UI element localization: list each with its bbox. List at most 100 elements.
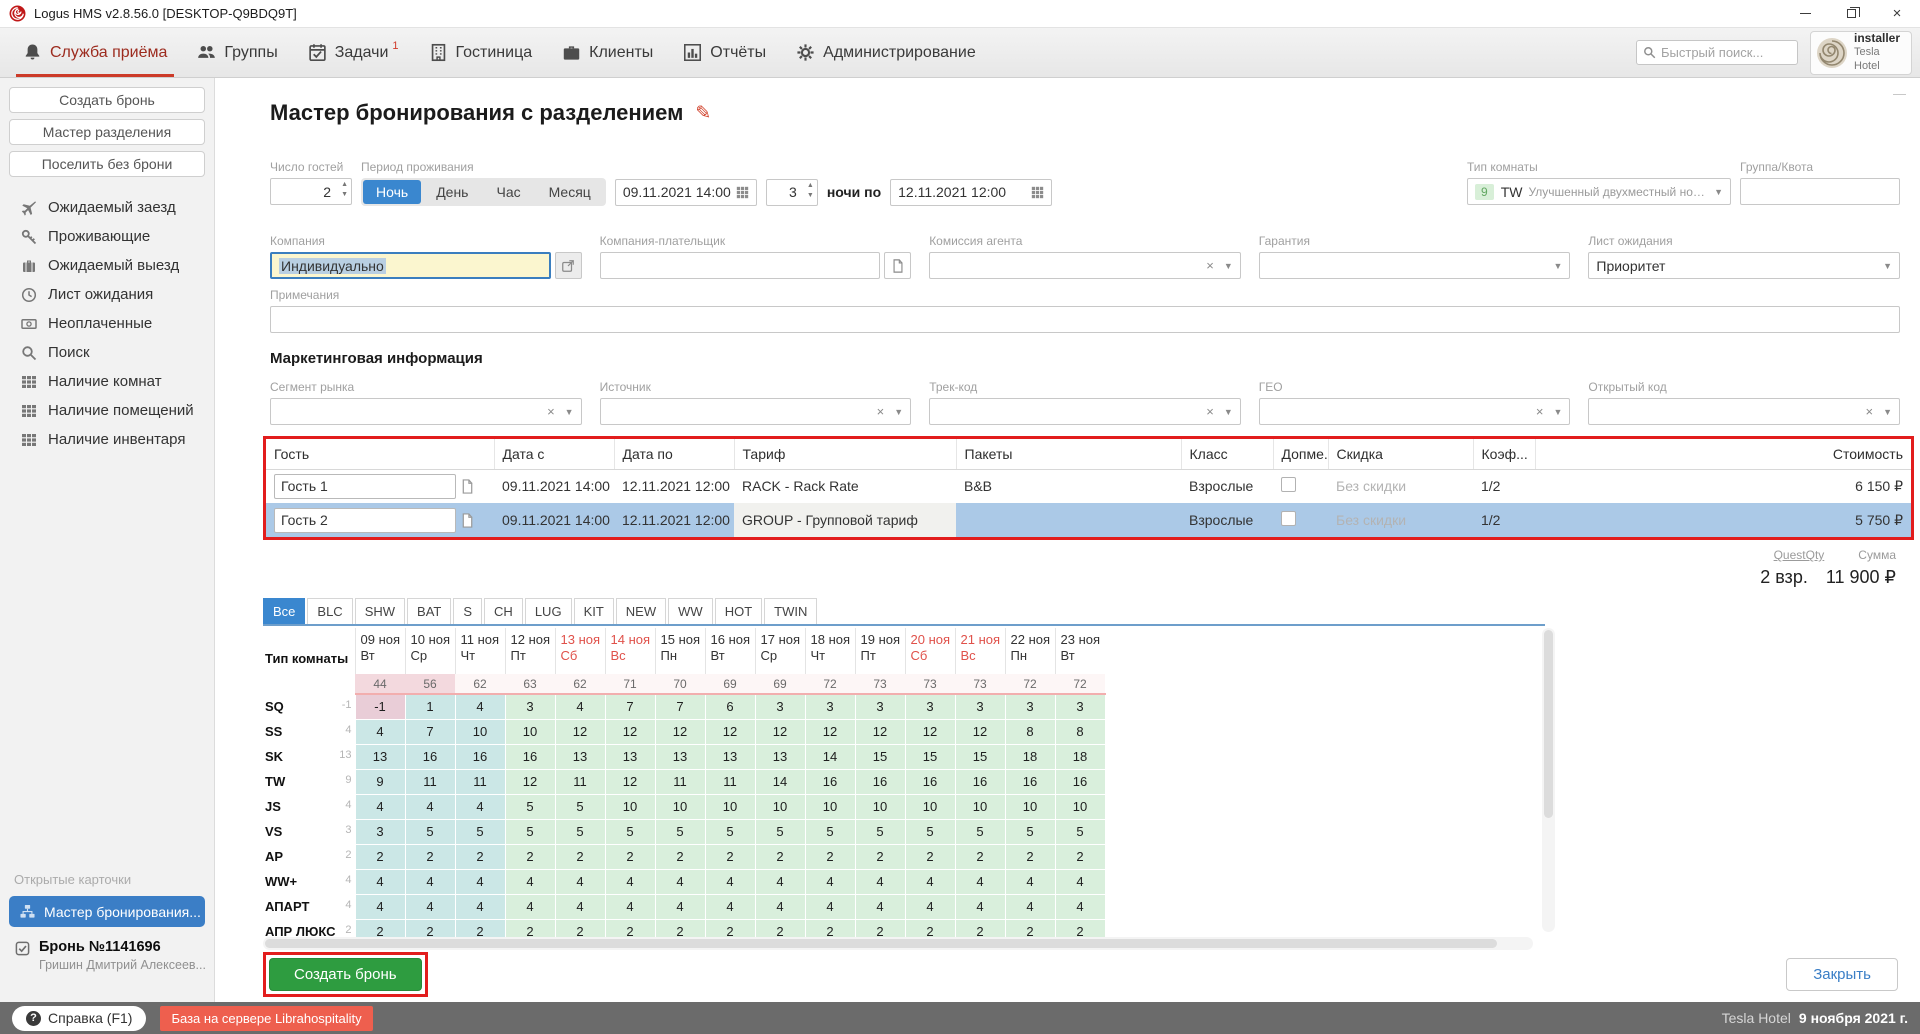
availability-cell[interactable]: 2 bbox=[355, 844, 405, 869]
availability-cell[interactable]: 13 bbox=[655, 744, 705, 769]
extra-bed-checkbox[interactable] bbox=[1281, 477, 1296, 492]
availability-cell[interactable]: 18 bbox=[1055, 744, 1105, 769]
availability-cell[interactable]: 4 bbox=[905, 894, 955, 919]
rate-cell[interactable]: RACK - Rack Rate bbox=[734, 469, 956, 503]
marketing-field-select[interactable]: ×▼ bbox=[600, 398, 912, 425]
availability-cell[interactable]: 3 bbox=[1005, 694, 1055, 719]
availability-cell[interactable]: 4 bbox=[455, 869, 505, 894]
availability-cell[interactable]: 12 bbox=[655, 719, 705, 744]
availability-cell[interactable]: 2 bbox=[955, 844, 1005, 869]
availability-cell[interactable]: 2 bbox=[505, 844, 555, 869]
close-wizard-button[interactable]: Закрыть bbox=[1786, 958, 1898, 991]
availability-cell[interactable]: 12 bbox=[855, 719, 905, 744]
availability-cell[interactable]: 3 bbox=[855, 694, 905, 719]
availability-cell[interactable]: 4 bbox=[455, 894, 505, 919]
availability-cell[interactable]: 8 bbox=[1005, 719, 1055, 744]
open-card-booking-wizard[interactable]: Мастер бронирования... bbox=[9, 896, 205, 927]
availability-cell[interactable]: 10 bbox=[955, 794, 1005, 819]
availability-cell[interactable]: 12 bbox=[905, 719, 955, 744]
marketing-field-select[interactable]: ×▼ bbox=[1588, 398, 1900, 425]
marketing-field-select[interactable]: ×▼ bbox=[1259, 398, 1571, 425]
availability-cell[interactable]: 2 bbox=[1055, 844, 1105, 869]
availability-cell[interactable]: 11 bbox=[555, 769, 605, 794]
availability-cell[interactable]: 5 bbox=[605, 819, 655, 844]
menu-item-groups[interactable]: Группы bbox=[182, 28, 292, 77]
availability-cell[interactable]: 2 bbox=[1005, 844, 1055, 869]
room-filter-tab-S[interactable]: S bbox=[453, 598, 482, 624]
availability-cell[interactable]: 15 bbox=[955, 744, 1005, 769]
waitlist-select[interactable]: Приоритет▼ bbox=[1588, 252, 1900, 279]
availability-cell[interactable]: 4 bbox=[405, 794, 455, 819]
create-booking-button[interactable]: Создать бронь bbox=[269, 958, 422, 991]
availability-cell[interactable]: 4 bbox=[905, 869, 955, 894]
availability-cell[interactable]: 11 bbox=[705, 769, 755, 794]
clear-icon[interactable]: × bbox=[1202, 404, 1218, 419]
availability-cell[interactable]: 10 bbox=[705, 794, 755, 819]
availability-cell[interactable]: -1 bbox=[355, 694, 405, 719]
availability-cell[interactable]: 4 bbox=[555, 894, 605, 919]
sidebar-item-expected-arrival[interactable]: Ожидаемый заезд bbox=[0, 193, 214, 222]
sidebar-item-room-availability[interactable]: Наличие комнат bbox=[0, 367, 214, 396]
availability-cell[interactable]: 2 bbox=[655, 844, 705, 869]
clear-icon[interactable]: × bbox=[1861, 404, 1877, 419]
database-server-button[interactable]: База на сервере Librahospitality bbox=[160, 1006, 372, 1031]
availability-cell[interactable]: 6 bbox=[705, 694, 755, 719]
availability-cell[interactable]: 4 bbox=[955, 894, 1005, 919]
room-filter-tab-LUG[interactable]: LUG bbox=[525, 598, 572, 624]
availability-cell[interactable]: 12 bbox=[605, 719, 655, 744]
availability-cell[interactable]: 13 bbox=[355, 744, 405, 769]
availability-cell[interactable]: 2 bbox=[855, 844, 905, 869]
quick-search-box[interactable] bbox=[1636, 40, 1798, 65]
availability-cell[interactable]: 4 bbox=[1005, 894, 1055, 919]
availability-cell[interactable]: 15 bbox=[905, 744, 955, 769]
availability-cell[interactable]: 2 bbox=[705, 844, 755, 869]
availability-cell[interactable]: 4 bbox=[655, 869, 705, 894]
availability-cell[interactable]: 13 bbox=[605, 744, 655, 769]
availability-cell[interactable]: 5 bbox=[655, 819, 705, 844]
availability-cell[interactable]: 4 bbox=[1005, 869, 1055, 894]
availability-cell[interactable]: 4 bbox=[955, 869, 1005, 894]
availability-cell[interactable]: 5 bbox=[1005, 819, 1055, 844]
availability-cell[interactable]: 18 bbox=[1005, 744, 1055, 769]
payer-company-input[interactable] bbox=[600, 252, 881, 279]
availability-cell[interactable]: 13 bbox=[555, 744, 605, 769]
availability-cell[interactable]: 16 bbox=[1055, 769, 1105, 794]
calendar-grid-icon[interactable] bbox=[1031, 186, 1044, 199]
availability-cell[interactable]: 3 bbox=[905, 694, 955, 719]
availability-cell[interactable]: 4 bbox=[455, 794, 505, 819]
room-filter-tab-TWIN[interactable]: TWIN bbox=[764, 598, 817, 624]
availability-cell[interactable]: 4 bbox=[555, 694, 605, 719]
availability-cell[interactable]: 10 bbox=[655, 794, 705, 819]
room-filter-tab-HOT[interactable]: HOT bbox=[715, 598, 762, 624]
availability-cell[interactable]: 2 bbox=[405, 844, 455, 869]
availability-cell[interactable]: 4 bbox=[355, 719, 405, 744]
availability-cell[interactable]: 16 bbox=[1005, 769, 1055, 794]
availability-cell[interactable]: 12 bbox=[555, 719, 605, 744]
availability-cell[interactable]: 5 bbox=[955, 819, 1005, 844]
availability-cell[interactable]: 14 bbox=[805, 744, 855, 769]
availability-cell[interactable]: 12 bbox=[805, 719, 855, 744]
horizontal-scrollbar[interactable] bbox=[263, 937, 1533, 950]
guests-count-stepper[interactable]: 2 ▲▼ bbox=[270, 178, 352, 205]
availability-cell[interactable]: 13 bbox=[705, 744, 755, 769]
stepper-arrows-icon[interactable]: ▲▼ bbox=[341, 181, 348, 198]
availability-cell[interactable]: 11 bbox=[655, 769, 705, 794]
availability-cell[interactable]: 5 bbox=[705, 819, 755, 844]
scrollbar-thumb[interactable] bbox=[1544, 630, 1553, 818]
agent-commission-select[interactable]: ×▼ bbox=[929, 252, 1241, 279]
nights-stepper[interactable]: 3 ▲▼ bbox=[766, 179, 818, 206]
period-option-Месяц[interactable]: Месяц bbox=[536, 180, 604, 204]
availability-cell[interactable]: 4 bbox=[705, 894, 755, 919]
scrollbar-thumb[interactable] bbox=[265, 939, 1497, 948]
availability-cell[interactable]: 2 bbox=[605, 844, 655, 869]
availability-cell[interactable]: 10 bbox=[1005, 794, 1055, 819]
availability-cell[interactable]: 4 bbox=[1055, 869, 1105, 894]
availability-cell[interactable]: 5 bbox=[805, 819, 855, 844]
sidebar-button-create-booking[interactable]: Создать бронь bbox=[9, 87, 205, 113]
room-type-select[interactable]: 9 TW Улучшенный двухместный номер с д ▼ bbox=[1467, 178, 1731, 205]
payer-document-button[interactable] bbox=[884, 252, 911, 279]
close-button[interactable]: × bbox=[1874, 0, 1920, 28]
sidebar-item-inventory-availability[interactable]: Наличие инвентаря bbox=[0, 425, 214, 454]
room-filter-tab-KIT[interactable]: KIT bbox=[574, 598, 614, 624]
guest-name-input[interactable] bbox=[274, 508, 456, 533]
